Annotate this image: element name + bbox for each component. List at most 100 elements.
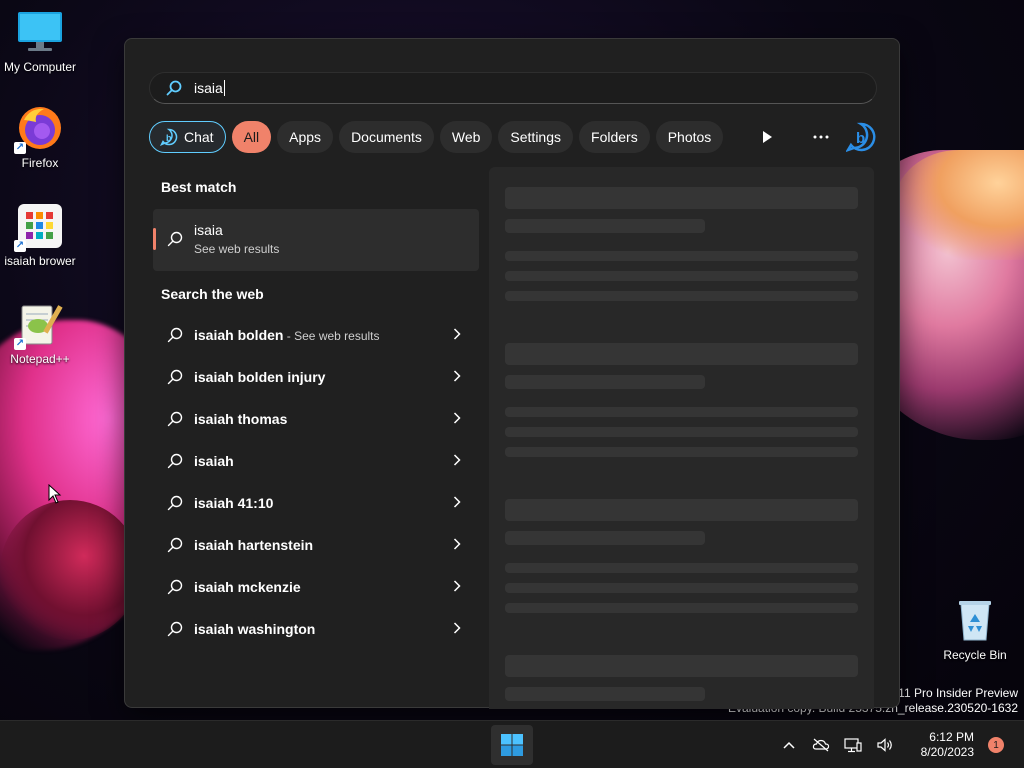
web-suggestion-item[interactable]: isaiah bolden injury [153, 356, 479, 398]
web-suggestion-item[interactable]: isaiah 41:10 [153, 482, 479, 524]
web-suggestion-text: isaiah mckenzie [194, 579, 301, 595]
skeleton-bar [505, 251, 858, 261]
skeleton-bar [505, 375, 705, 389]
search-icon [167, 621, 183, 637]
desktop-icon-isaiah-brower[interactable]: ↗ isaiah brower [0, 202, 80, 268]
skeleton-bar [505, 687, 705, 701]
skeleton-bar [505, 343, 858, 365]
skeleton-bar [505, 563, 858, 573]
preview-pane-loading [489, 167, 874, 709]
web-suggestion-text: isaiah hartenstein [194, 537, 314, 553]
chevron-right-icon [453, 622, 461, 634]
chevron-right-icon [453, 370, 461, 382]
filter-documents[interactable]: Documents [339, 121, 434, 153]
filter-all[interactable]: All [231, 121, 272, 153]
show-hidden-icons-button[interactable] [775, 731, 803, 759]
web-suggestion-text: isaiah bolden [194, 327, 284, 343]
desktop-icon-label: isaiah brower [4, 254, 76, 268]
best-match-title: isaia [194, 222, 223, 238]
search-icon [167, 327, 183, 343]
volume-icon [877, 738, 892, 752]
filter-settings[interactable]: Settings [498, 121, 574, 153]
search-input-value: isaia [194, 80, 223, 96]
search-filter-bar: b Chat All Apps Documents Web Settings F… [149, 121, 877, 153]
search-panel: isaia b Chat All Apps Documents Web Sett… [124, 38, 900, 709]
clock-time: 6:12 PM [929, 730, 974, 744]
svg-text:b: b [856, 130, 865, 147]
web-suggestion-item[interactable]: isaiah mckenzie [153, 566, 479, 608]
notepad-plus-plus-icon: ↗ [14, 300, 64, 350]
desktop-icon-my-computer[interactable]: My Computer [0, 8, 80, 74]
skeleton-bar [505, 427, 858, 437]
web-suggestion-item[interactable]: isaiah washington [153, 608, 479, 650]
desktop-icon-label: Recycle Bin [943, 648, 1007, 662]
search-web-heading: Search the web [161, 286, 264, 302]
desktop-icon-firefox[interactable]: ↗ Firefox [0, 104, 80, 170]
shortcut-arrow-icon: ↗ [14, 338, 26, 350]
clock[interactable]: 6:12 PM 8/20/2023 [921, 730, 974, 760]
recycle-bin-icon [951, 596, 999, 644]
skeleton-bar [505, 187, 858, 209]
bing-button[interactable]: b [845, 121, 877, 153]
web-suggestion-item[interactable]: isaiah [153, 440, 479, 482]
desktop-icon-label: Notepad++ [10, 352, 70, 366]
search-icon [167, 231, 183, 247]
search-icon [167, 579, 183, 595]
monitor-icon [16, 8, 64, 56]
wallpaper-shape [894, 150, 1024, 260]
web-suggestion-item[interactable]: isaiah hartenstein [153, 524, 479, 566]
chevron-right-icon [453, 496, 461, 508]
more-filters-button[interactable] [751, 121, 783, 153]
filter-chat[interactable]: b Chat [149, 121, 226, 153]
search-icon [167, 453, 183, 469]
chevron-right-icon [453, 328, 461, 340]
more-options-button[interactable] [805, 121, 837, 153]
desktop-icon-recycle-bin[interactable]: Recycle Bin [935, 596, 1015, 662]
filter-label: Photos [667, 129, 712, 145]
app-grid-icon: ↗ [14, 202, 64, 252]
onedrive-button[interactable] [807, 731, 835, 759]
search-icon [167, 537, 183, 553]
onedrive-off-icon [812, 738, 829, 752]
more-icon [813, 135, 829, 139]
start-button[interactable] [491, 725, 533, 765]
filter-label: Settings [510, 129, 562, 145]
filter-label: Folders [591, 129, 638, 145]
web-suggestions-list: isaiah bolden - See web results isaiah b… [153, 314, 479, 650]
web-suggestion-item[interactable]: isaiah bolden - See web results [153, 314, 479, 356]
skeleton-bar [505, 583, 858, 593]
web-suggestion-item[interactable]: isaiah thomas [153, 398, 479, 440]
volume-button[interactable] [871, 731, 899, 759]
skeleton-bar [505, 499, 858, 521]
web-suggestion-hint: - See web results [283, 329, 380, 343]
filter-apps[interactable]: Apps [277, 121, 334, 153]
taskbar: 6:12 PM 8/20/2023 1 [0, 720, 1024, 768]
search-icon [167, 369, 183, 385]
web-suggestion-text: isaiah thomas [194, 411, 288, 427]
skeleton-bar [505, 531, 705, 545]
filter-web[interactable]: Web [439, 121, 493, 153]
notification-badge[interactable]: 1 [988, 737, 1004, 753]
chevron-up-icon [783, 741, 795, 749]
filter-photos[interactable]: Photos [655, 121, 724, 153]
web-suggestion-text: isaiah bolden injury [194, 369, 326, 385]
svg-text:b: b [166, 133, 172, 143]
skeleton-bar [505, 271, 858, 281]
filter-folders[interactable]: Folders [579, 121, 650, 153]
web-suggestion-text: isaiah washington [194, 621, 316, 637]
bing-icon: b [846, 122, 876, 152]
system-tray: 6:12 PM 8/20/2023 1 [775, 721, 1024, 768]
filter-label: Web [451, 129, 481, 145]
clock-date: 8/20/2023 [920, 745, 974, 759]
search-input[interactable]: isaia [149, 72, 877, 104]
skeleton-bar [505, 447, 858, 457]
shortcut-arrow-icon: ↗ [14, 142, 26, 154]
chevron-right-icon [453, 580, 461, 592]
search-icon [166, 80, 182, 96]
best-match-item[interactable]: isaia See web results [153, 209, 479, 271]
search-icon [167, 411, 183, 427]
network-button[interactable] [839, 731, 867, 759]
desktop-icon-notepad-plus-plus[interactable]: ↗ Notepad++ [0, 300, 80, 366]
skeleton-bar [505, 291, 858, 301]
play-icon [763, 131, 772, 143]
